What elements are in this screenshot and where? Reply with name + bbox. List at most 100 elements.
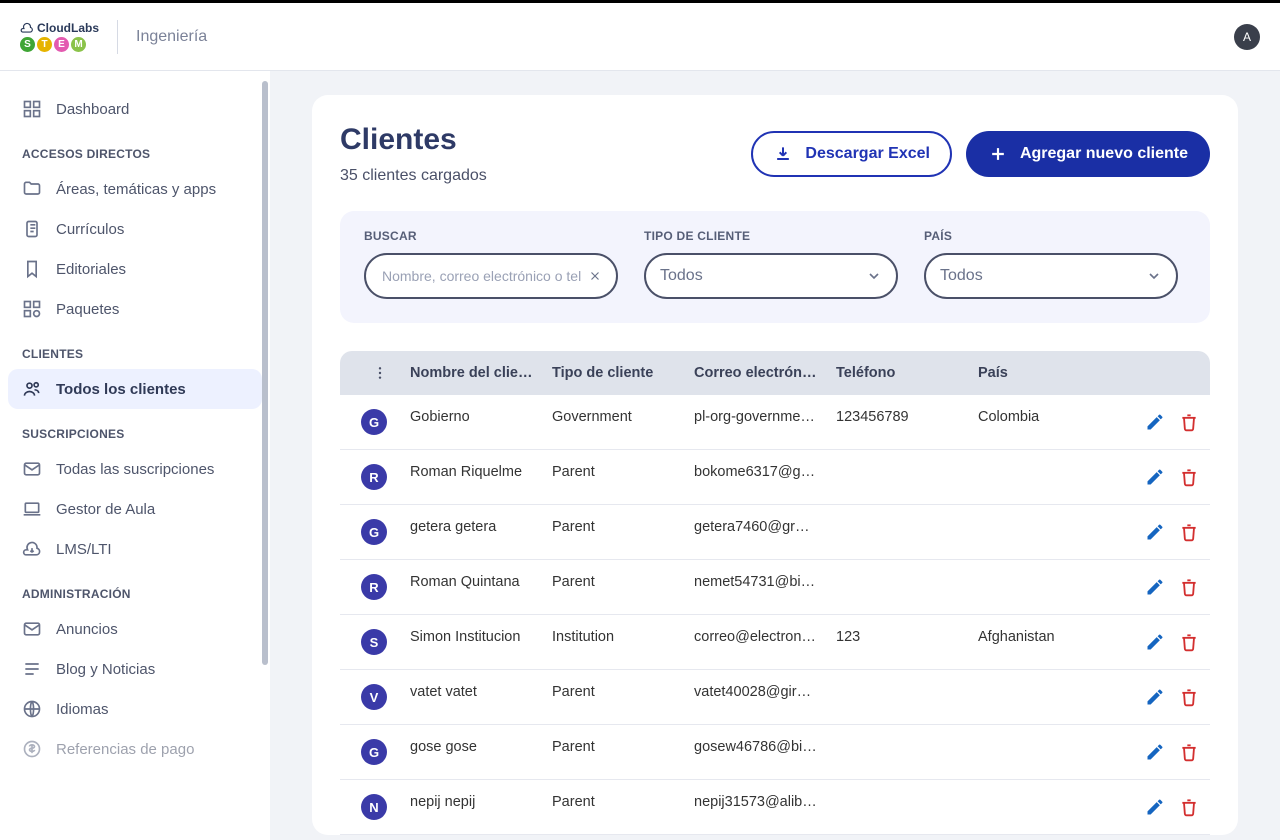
download-excel-label: Descargar Excel (805, 145, 930, 163)
sidebar-item-anuncios[interactable]: Anuncios (8, 609, 262, 649)
sidebar-item-idiomas[interactable]: Idiomas (8, 689, 262, 729)
search-input-wrap[interactable] (364, 253, 618, 299)
bars-icon (22, 659, 42, 679)
delete-button[interactable] (1178, 466, 1200, 488)
globe-icon (22, 699, 42, 719)
table-row[interactable]: RRoman QuintanaParentnemet54731@bi… (340, 560, 1210, 615)
stem-e: E (54, 37, 69, 52)
row-avatar: R (361, 464, 387, 490)
delete-button[interactable] (1178, 741, 1200, 763)
sidebar-item-label: Paquetes (56, 301, 119, 318)
row-avatar: V (361, 684, 387, 710)
mail-icon (22, 459, 42, 479)
col-nombre[interactable]: Nombre del clie… (410, 365, 552, 381)
cell-nombre: nepij nepij (410, 794, 552, 820)
cell-tipo: Government (552, 409, 694, 435)
type-label: TIPO DE CLIENTE (644, 229, 898, 243)
col-pais[interactable]: País (978, 365, 1120, 381)
sidebar-item-curriculos[interactable]: Currículos (8, 209, 262, 249)
sidebar-item-referencias-pago[interactable]: Referencias de pago (8, 729, 262, 769)
country-select[interactable]: Todos (924, 253, 1178, 299)
edit-button[interactable] (1144, 466, 1166, 488)
package-icon (22, 299, 42, 319)
sidebar[interactable]: Dashboard ACCESOS DIRECTOS Áreas, temáti… (0, 71, 270, 840)
avatar[interactable]: A (1234, 24, 1260, 50)
download-excel-button[interactable]: Descargar Excel (751, 131, 952, 177)
row-avatar: G (361, 739, 387, 765)
sidebar-item-label: LMS/LTI (56, 541, 112, 558)
edit-button[interactable] (1144, 686, 1166, 708)
sidebar-item-areas[interactable]: Áreas, temáticas y apps (8, 169, 262, 209)
cell-tipo: Parent (552, 739, 694, 765)
logo-text: CloudLabs (37, 21, 99, 35)
cell-pais (978, 794, 1120, 820)
cell-telefono (836, 519, 978, 545)
cell-nombre: Gobierno (410, 409, 552, 435)
table-row[interactable]: Vvatet vatetParentvatet40028@gir… (340, 670, 1210, 725)
plus-icon (988, 144, 1008, 164)
cell-pais (978, 519, 1120, 545)
sidebar-item-todos-clientes[interactable]: Todos los clientes (8, 369, 262, 409)
client-type-select[interactable]: Todos (644, 253, 898, 299)
table-row[interactable]: SSimon InstitucionInstitutioncorreo@elec… (340, 615, 1210, 670)
add-client-button[interactable]: Agregar nuevo cliente (966, 131, 1210, 177)
folder-icon (22, 179, 42, 199)
cell-telefono (836, 794, 978, 820)
row-avatar: G (361, 519, 387, 545)
row-avatar: R (361, 574, 387, 600)
clear-search-icon[interactable] (588, 269, 602, 283)
delete-button[interactable] (1178, 686, 1200, 708)
edit-button[interactable] (1144, 741, 1166, 763)
sidebar-item-label: Editoriales (56, 261, 126, 278)
sidebar-item-dashboard[interactable]: Dashboard (8, 89, 262, 129)
chevron-down-icon (866, 268, 882, 284)
people-icon (22, 379, 42, 399)
page-title: Clientes (340, 123, 487, 157)
cell-nombre: Simon Institucion (410, 629, 552, 655)
col-telefono[interactable]: Teléfono (836, 365, 978, 381)
col-correo[interactable]: Correo electrón… (694, 365, 836, 381)
delete-button[interactable] (1178, 411, 1200, 433)
page-subtitle: 35 clientes cargados (340, 167, 487, 185)
cell-tipo: Parent (552, 574, 694, 600)
cell-pais (978, 684, 1120, 710)
delete-button[interactable] (1178, 521, 1200, 543)
sidebar-item-editoriales[interactable]: Editoriales (8, 249, 262, 289)
table-row[interactable]: Ggetera geteraParentgetera7460@gr… (340, 505, 1210, 560)
table-row[interactable]: RRoman RiquelmeParentbokome6317@g… (340, 450, 1210, 505)
sidebar-section-suscripciones: SUSCRIPCIONES (8, 409, 262, 449)
main-content: Clientes 35 clientes cargados Descargar … (270, 71, 1280, 840)
table-row[interactable]: Ggose goseParentgosew46786@bi… (340, 725, 1210, 780)
sidebar-item-label: Anuncios (56, 621, 118, 638)
table-row[interactable]: Nnepij nepijParentnepij31573@alib… (340, 780, 1210, 835)
edit-button[interactable] (1144, 631, 1166, 653)
sidebar-scrollbar[interactable] (262, 81, 268, 830)
col-tipo[interactable]: Tipo de cliente (552, 365, 694, 381)
edit-button[interactable] (1144, 521, 1166, 543)
edit-button[interactable] (1144, 576, 1166, 598)
row-avatar: G (361, 409, 387, 435)
edit-button[interactable] (1144, 796, 1166, 818)
sidebar-item-lms-lti[interactable]: LMS/LTI (8, 529, 262, 569)
docs-icon (22, 219, 42, 239)
delete-button[interactable] (1178, 631, 1200, 653)
sidebar-item-suscripciones[interactable]: Todas las suscripciones (8, 449, 262, 489)
cell-telefono (836, 464, 978, 490)
sidebar-item-label: Idiomas (56, 701, 109, 718)
sidebar-item-blog[interactable]: Blog y Noticias (8, 649, 262, 689)
sidebar-item-label: Gestor de Aula (56, 501, 155, 518)
currency-icon (22, 739, 42, 759)
delete-button[interactable] (1178, 576, 1200, 598)
sidebar-item-gestor-aula[interactable]: Gestor de Aula (8, 489, 262, 529)
search-input[interactable] (380, 267, 588, 285)
table-menu-button[interactable] (350, 365, 410, 381)
cell-pais (978, 574, 1120, 600)
cell-nombre: vatet vatet (410, 684, 552, 710)
row-avatar: N (361, 794, 387, 820)
sidebar-item-paquetes[interactable]: Paquetes (8, 289, 262, 329)
delete-button[interactable] (1178, 796, 1200, 818)
cell-pais (978, 739, 1120, 765)
table-row[interactable]: GGobiernoGovernmentpl-org-governme…12345… (340, 395, 1210, 450)
sidebar-item-label: Currículos (56, 221, 124, 238)
edit-button[interactable] (1144, 411, 1166, 433)
